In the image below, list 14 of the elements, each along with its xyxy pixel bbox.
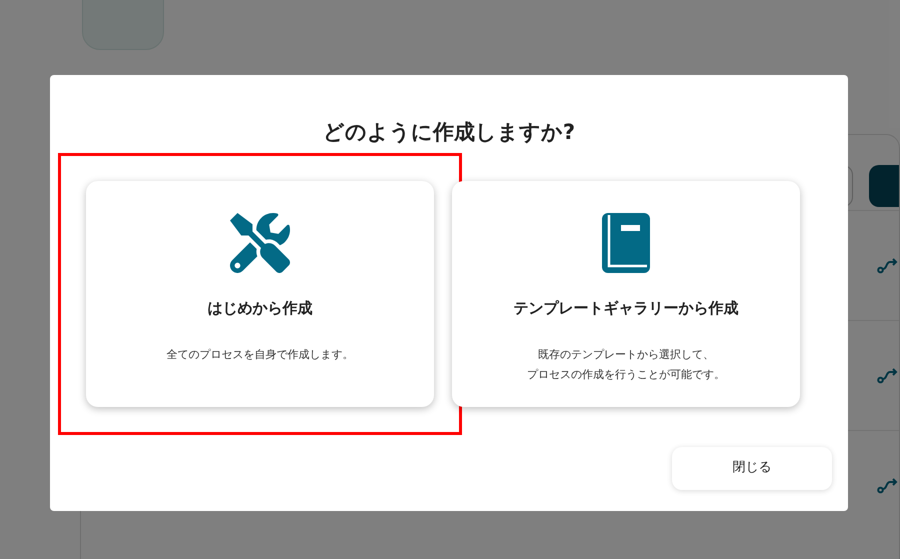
- option-card[interactable]: テンプレートギャラリーから作成 既存のテンプレートから選択して、 プロセスの作成を行うことが可能です。: [452, 180, 800, 406]
- close-button[interactable]: 閉じる: [672, 446, 832, 490]
- book-icon: [602, 212, 650, 272]
- option-description: 既存のテンプレートから選択して、 プロセスの作成を行うことが可能です。: [527, 347, 725, 383]
- option-title: はじめから作成: [208, 298, 312, 318]
- route-icon: [877, 368, 899, 384]
- option-title: テンプレートギャラリーから作成: [514, 298, 738, 318]
- option-card[interactable]: はじめから作成 全てのプロセスを自身で作成します。: [86, 180, 434, 406]
- route-icon: [877, 258, 899, 274]
- tools-icon: [230, 212, 290, 272]
- option-description: 全てのプロセスを自身で作成します。: [166, 347, 354, 363]
- dialog-title: どのように作成しますか?: [322, 119, 576, 146]
- primary-button[interactable]: [869, 165, 899, 207]
- route-icon: [877, 478, 899, 494]
